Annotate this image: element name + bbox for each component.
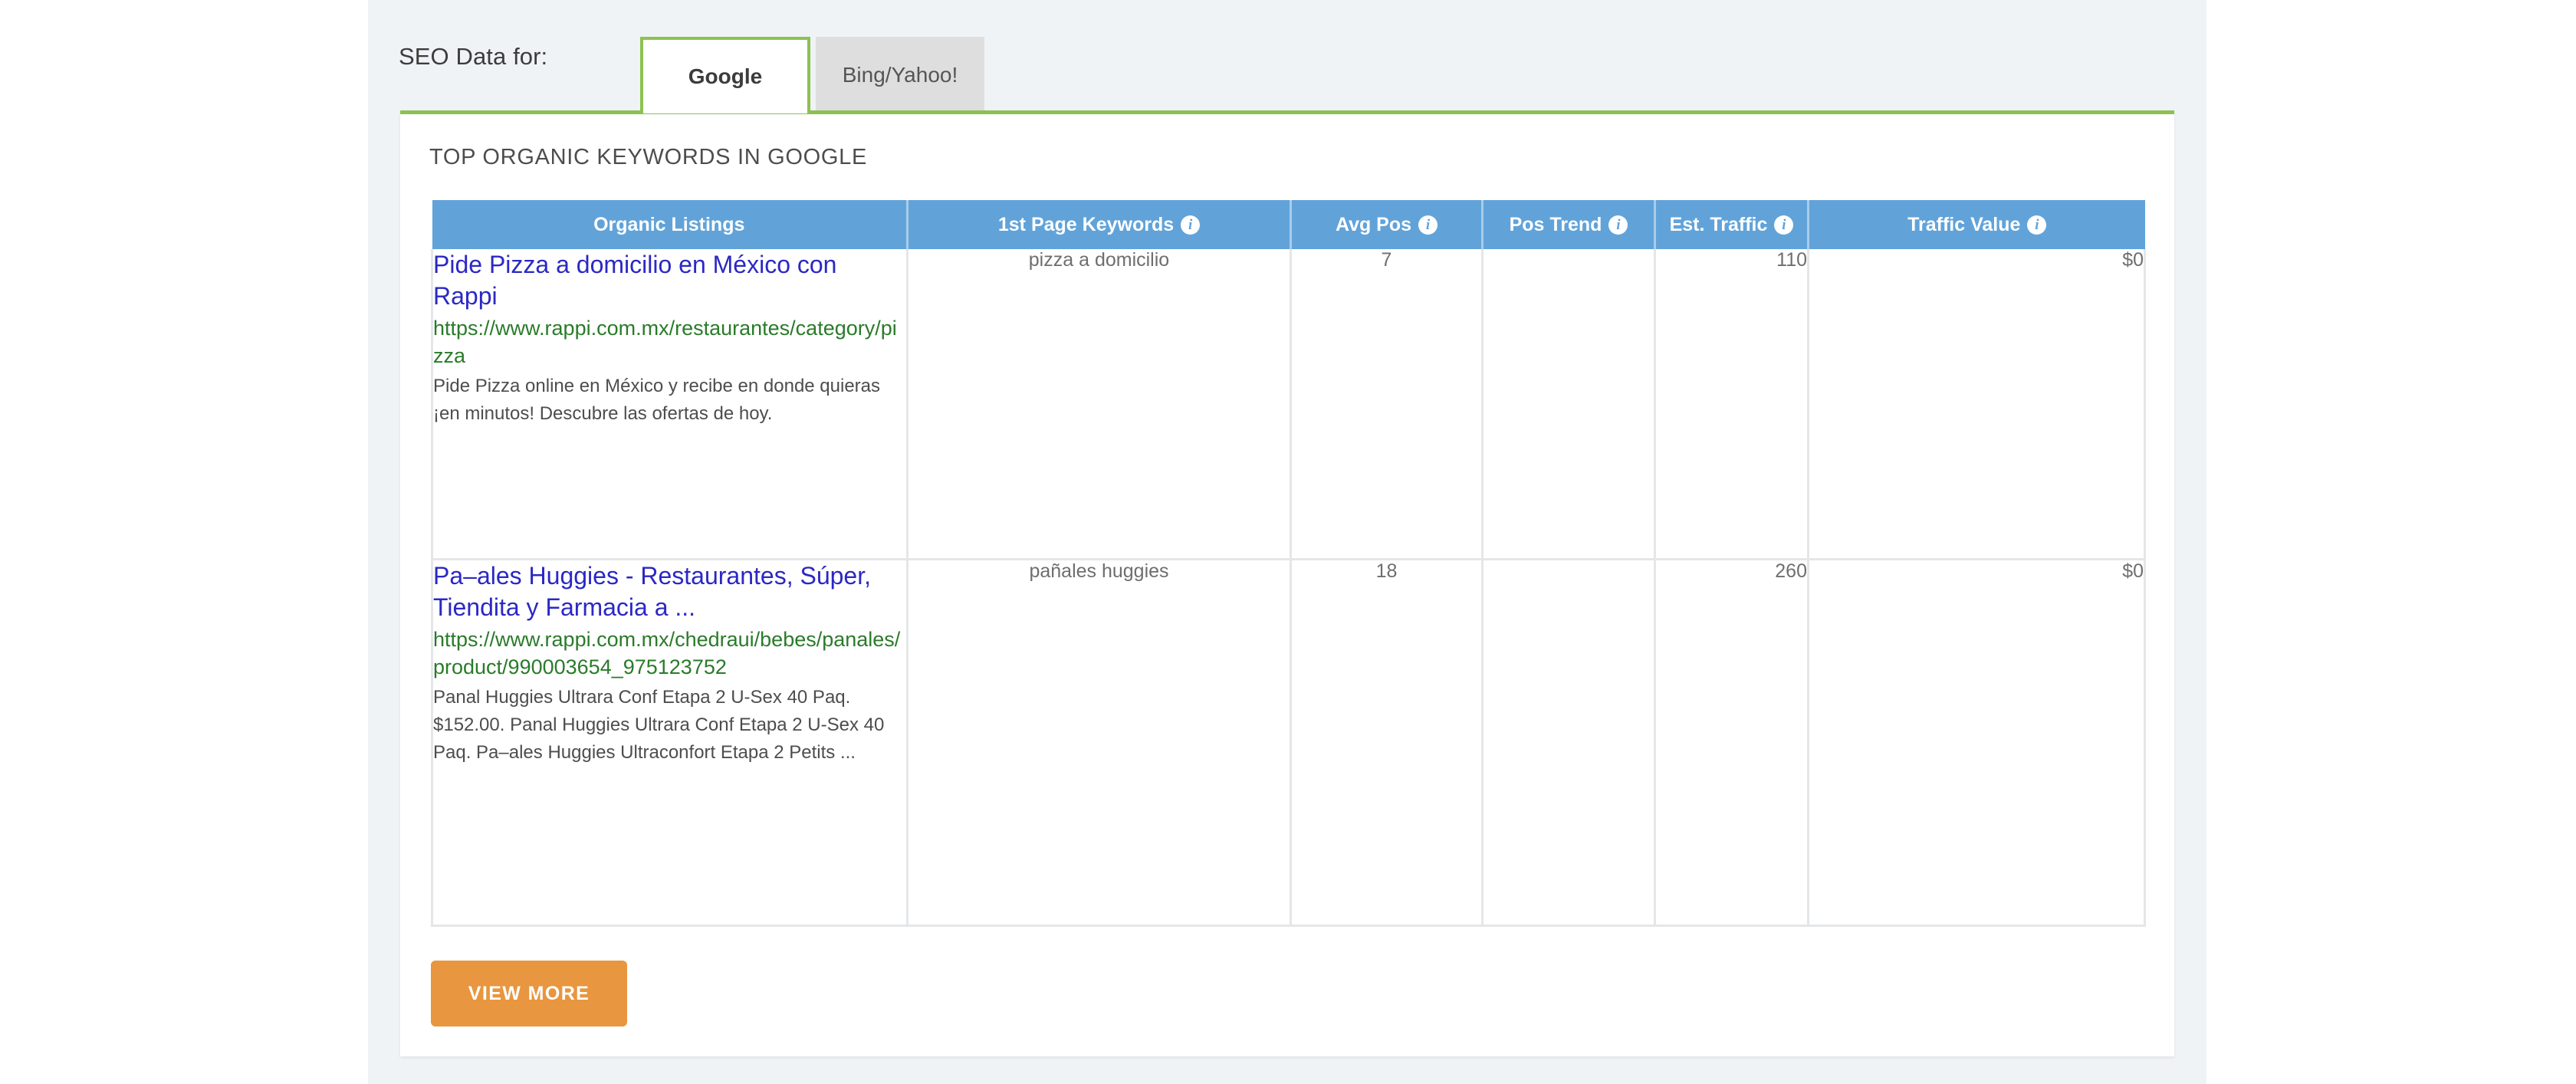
listing-url-link[interactable]: https://www.rappi.com.mx/chedraui/bebes/… — [433, 626, 906, 681]
cell-avg-pos: 7 — [1290, 249, 1483, 560]
column-label-pos-trend: Pos Trend — [1509, 213, 1602, 235]
cell-avg-pos: 18 — [1290, 559, 1483, 927]
cell-organic-listing: Pa–ales Huggies - Restaurantes, Súper, T… — [431, 559, 908, 927]
column-header-first-page-keywords[interactable]: 1st Page Keywords i — [907, 200, 1292, 249]
section-title: TOP ORGANIC KEYWORDS IN GOOGLE — [429, 145, 868, 169]
listing-description: Pide Pizza online en México y recibe en … — [433, 376, 881, 424]
cell-first-page-keywords: pizza a domicilio — [906, 249, 1291, 560]
column-header-pos-trend[interactable]: Pos Trend i — [1482, 200, 1656, 249]
tab-bing-yahoo[interactable]: Bing/Yahoo! — [816, 37, 984, 113]
listing-title-link[interactable]: Pa–ales Huggies - Restaurantes, Súper, T… — [433, 560, 906, 623]
info-icon[interactable]: i — [2027, 215, 2047, 235]
tab-bing-yahoo-label: Bing/Yahoo! — [842, 63, 958, 87]
column-header-organic-listings[interactable]: Organic Listings — [432, 200, 909, 249]
table-row: Pide Pizza a domicilio en México con Rap… — [431, 249, 2146, 560]
column-label-est-traffic: Est. Traffic — [1669, 213, 1768, 235]
column-header-traffic-value[interactable]: Traffic Value i — [1808, 200, 2145, 249]
listing-title-link[interactable]: Pide Pizza a domicilio en México con Rap… — [433, 249, 906, 312]
info-icon[interactable]: i — [1181, 215, 1201, 235]
column-label-first-page-keywords: 1st Page Keywords — [997, 213, 1175, 235]
tab-google-label: Google — [688, 64, 763, 88]
cell-pos-trend — [1481, 249, 1655, 560]
column-label-avg-pos: Avg Pos — [1335, 213, 1412, 235]
cell-est-traffic: 110 — [1654, 249, 1809, 560]
cell-traffic-value: $0 — [1807, 559, 2146, 927]
column-label-traffic-value: Traffic Value — [1907, 213, 2021, 235]
info-icon[interactable]: i — [1418, 215, 1438, 235]
listing-description: Panal Huggies Ultrara Conf Etapa 2 U-Sex… — [433, 686, 885, 763]
column-header-est-traffic[interactable]: Est. Traffic i — [1654, 200, 1809, 249]
table-header: Organic Listings 1st Page Keywords i Avg… — [432, 200, 2145, 249]
table-header-row: Organic Listings 1st Page Keywords i Avg… — [432, 200, 2145, 249]
cell-est-traffic: 260 — [1654, 559, 1809, 927]
cell-pos-trend — [1481, 559, 1655, 927]
tab-google[interactable]: Google — [640, 37, 810, 113]
table-body: Pide Pizza a domicilio en México con Rap… — [431, 249, 2146, 927]
column-header-avg-pos[interactable]: Avg Pos i — [1290, 200, 1484, 249]
info-icon[interactable]: i — [1608, 215, 1628, 235]
organic-keywords-card: TOP ORGANIC KEYWORDS IN GOOGLE Organic L… — [400, 110, 2174, 1056]
cell-first-page-keywords: pañales huggies — [906, 559, 1291, 927]
view-more-button[interactable]: VIEW MORE — [431, 961, 627, 1027]
listing-url-link[interactable]: https://www.rappi.com.mx/restaurantes/ca… — [433, 314, 906, 370]
organic-keywords-table: Organic Listings 1st Page Keywords i Avg… — [431, 200, 2146, 927]
cell-traffic-value: $0 — [1807, 249, 2146, 560]
cell-organic-listing: Pide Pizza a domicilio en México con Rap… — [431, 249, 908, 560]
seo-data-for-label: SEO Data for: — [399, 43, 548, 70]
seo-data-panel: SEO Data for: Google Bing/Yahoo! TOP ORG… — [368, 0, 2206, 1084]
column-label-organic-listings: Organic Listings — [593, 213, 745, 235]
info-icon[interactable]: i — [1774, 215, 1794, 235]
tab-strip: SEO Data for: Google Bing/Yahoo! — [368, 0, 2206, 113]
table-row: Pa–ales Huggies - Restaurantes, Súper, T… — [431, 559, 2146, 927]
